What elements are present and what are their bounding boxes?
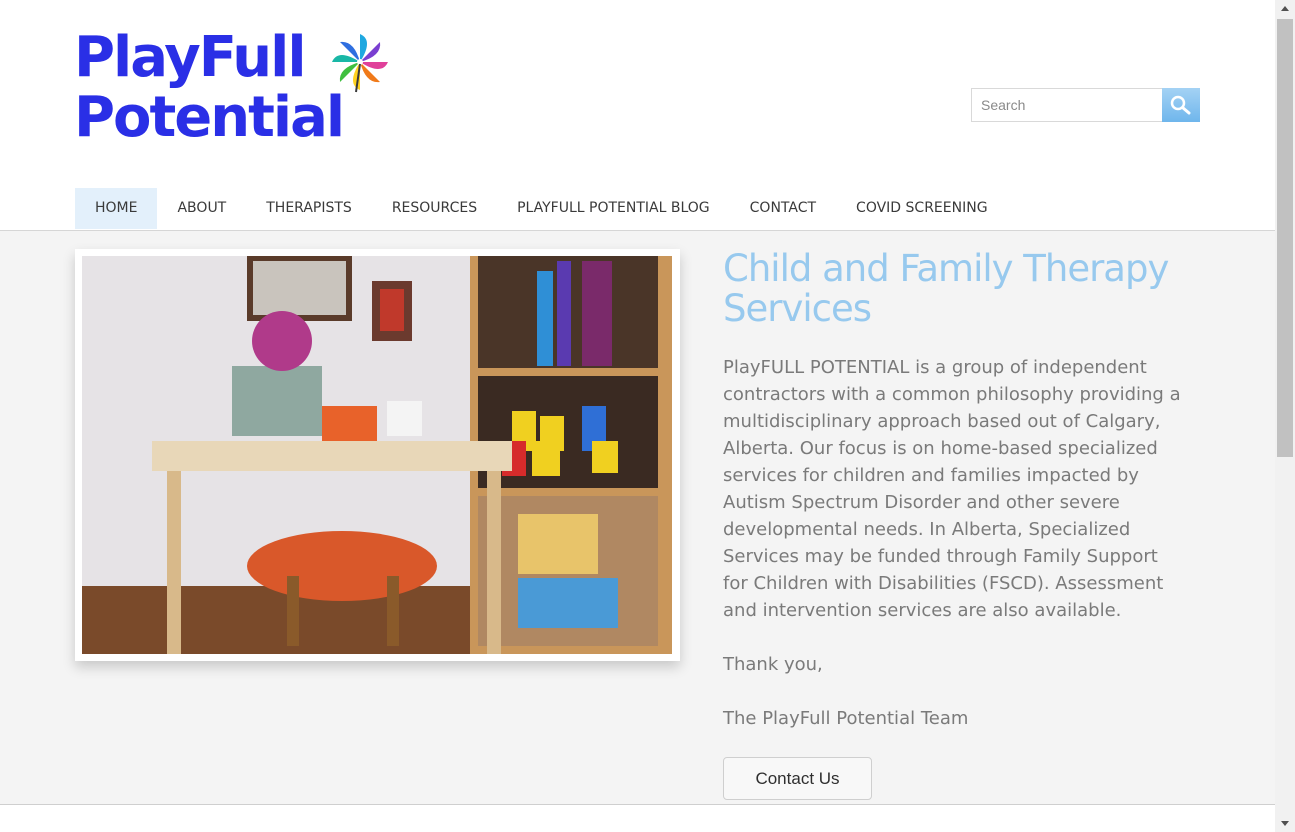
site-header: PlayFull Potential Search HOME ABOUT THE… — [0, 0, 1275, 230]
pinwheel-icon — [332, 34, 388, 93]
nav-item-contact[interactable]: CONTACT — [730, 188, 836, 229]
logo-text-line2: Potential — [74, 85, 345, 150]
search-box — [971, 88, 1200, 122]
nav-item-blog[interactable]: PLAYFULL POTENTIAL BLOG — [497, 188, 730, 229]
intro-section: Child and Family Therapy Services PlayFU… — [723, 249, 1183, 732]
therapy-room-photo — [82, 256, 672, 654]
main-content: Child and Family Therapy Services PlayFU… — [0, 231, 1275, 804]
vertical-scrollbar[interactable] — [1275, 0, 1295, 832]
scroll-up-arrow-icon[interactable] — [1275, 0, 1295, 18]
site-logo[interactable]: PlayFull Potential — [74, 28, 394, 158]
nav-item-about[interactable]: ABOUT — [157, 188, 246, 229]
page-title: Child and Family Therapy Services — [723, 247, 1169, 330]
footer — [0, 805, 1275, 832]
search-button[interactable] — [1162, 88, 1200, 122]
nav-item-therapists[interactable]: THERAPISTS — [246, 188, 372, 229]
photo-frame — [75, 249, 680, 661]
magnifier-icon — [1170, 95, 1191, 115]
intro-paragraph: PlayFULL POTENTIAL is a group of indepen… — [723, 357, 1181, 621]
main-nav: HOME ABOUT THERAPISTS RESOURCES PLAYFULL… — [75, 188, 1008, 229]
signoff-text: The PlayFull Potential Team — [723, 708, 969, 729]
scroll-down-arrow-icon[interactable] — [1275, 814, 1295, 832]
search-input[interactable] — [971, 88, 1162, 122]
scrollbar-thumb[interactable] — [1277, 19, 1293, 457]
contact-us-button[interactable]: Contact Us — [723, 757, 872, 800]
nav-item-covid-screening[interactable]: COVID SCREENING — [836, 188, 1008, 229]
nav-item-home[interactable]: HOME — [75, 188, 158, 229]
logo-text-line1: PlayFull — [74, 25, 307, 90]
nav-item-resources[interactable]: RESOURCES — [372, 188, 497, 229]
thank-you-text: Thank you, — [723, 654, 823, 675]
